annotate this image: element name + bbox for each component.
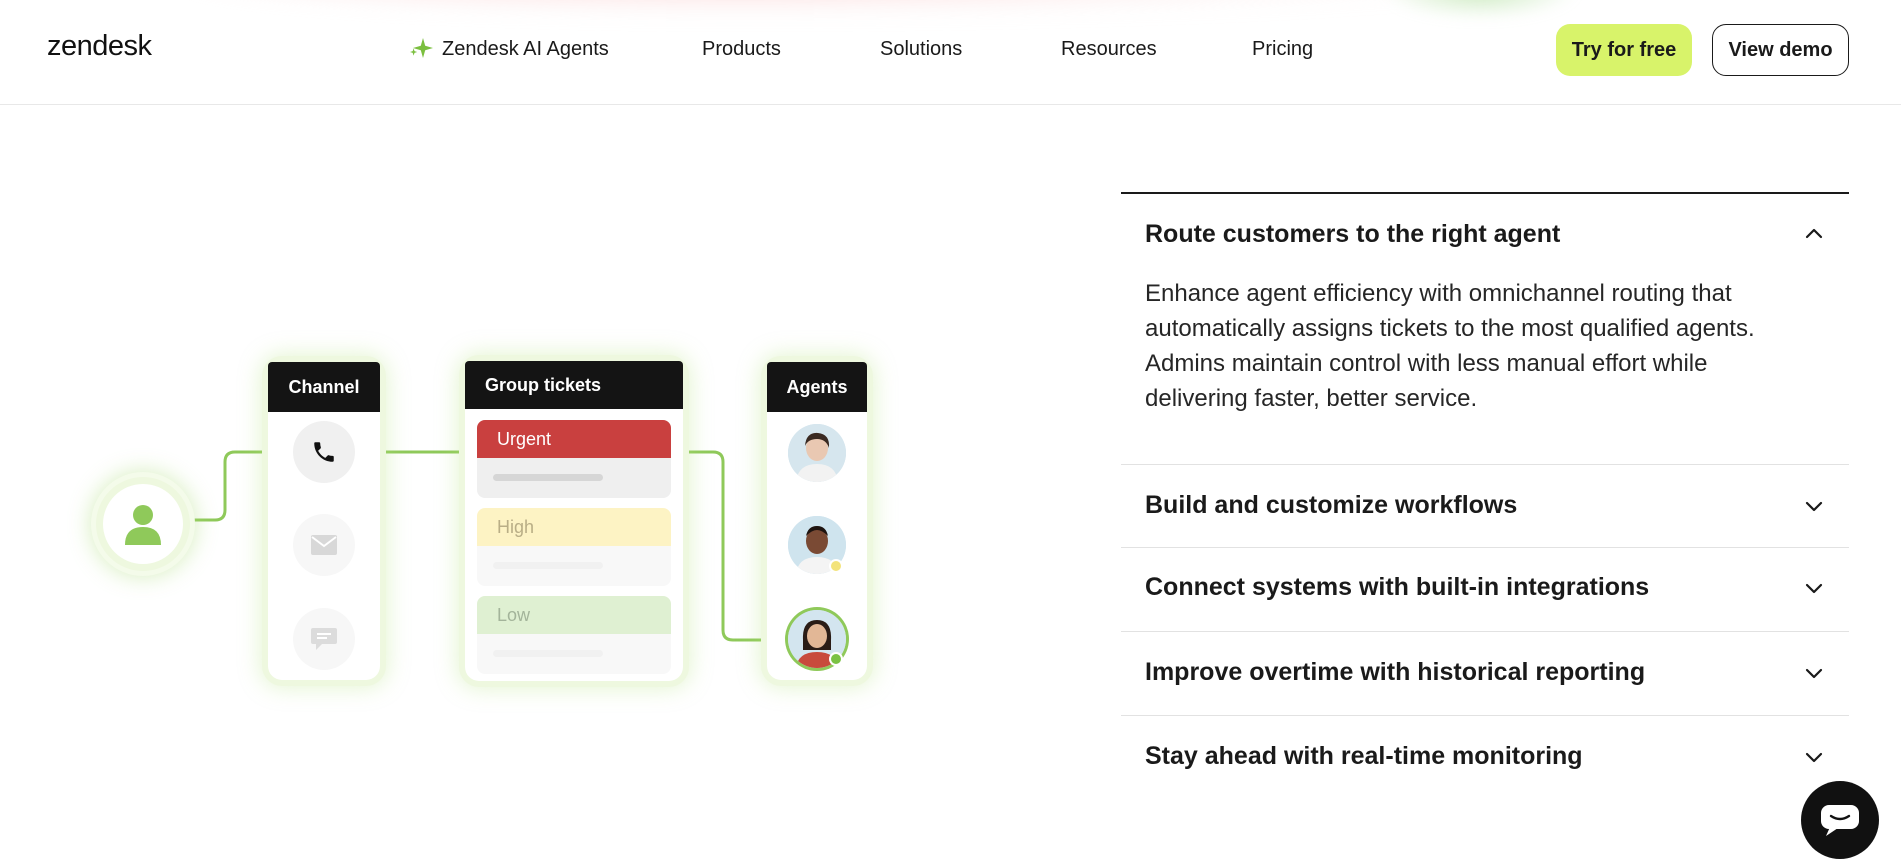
accordion-title[interactable]: Stay ahead with real-time monitoring <box>1145 742 1583 771</box>
accordion-item-workflows[interactable]: Build and customize workflows <box>1121 465 1849 548</box>
mail-icon <box>311 535 337 555</box>
nav-label: Zendesk AI Agents <box>442 38 609 60</box>
site-header: zendesk Zendesk AI Agents Products Solut… <box>0 0 1901 105</box>
nav-solutions[interactable]: Solutions <box>880 38 962 61</box>
chat-widget-button[interactable] <box>1801 781 1879 859</box>
phone-channel <box>293 421 355 483</box>
nav-resources[interactable]: Resources <box>1061 38 1157 61</box>
accordion-title[interactable]: Improve overtime with historical reporti… <box>1145 658 1645 687</box>
accordion-description: Enhance agent efficiency with omnichanne… <box>1145 280 1755 412</box>
try-for-free-button[interactable]: Try for free <box>1556 24 1692 76</box>
nav-products[interactable]: Products <box>702 38 781 61</box>
accordion-item-route[interactable]: Route customers to the right agent Enhan… <box>1121 194 1849 465</box>
view-demo-button[interactable]: View demo <box>1712 24 1849 76</box>
priority-label-high: High <box>477 508 671 546</box>
chevron-down-icon[interactable] <box>1803 495 1825 517</box>
urgent-ticket-group: Urgent <box>477 420 671 498</box>
channel-card-title: Channel <box>268 362 380 412</box>
chevron-up-icon[interactable] <box>1803 223 1825 245</box>
agent-status-away <box>829 559 843 573</box>
chevron-down-icon[interactable] <box>1803 746 1825 768</box>
low-ticket-group: Low <box>477 596 671 674</box>
header-gradient-glow-green <box>1380 0 1580 20</box>
chevron-down-icon[interactable] <box>1803 662 1825 684</box>
features-accordion: Route customers to the right agent Enhan… <box>1121 192 1849 800</box>
sparkle-icon <box>410 37 433 58</box>
nav-pricing[interactable]: Pricing <box>1252 38 1313 61</box>
accordion-title[interactable]: Build and customize workflows <box>1145 491 1517 520</box>
zendesk-logo[interactable]: zendesk <box>47 30 152 63</box>
high-ticket-group: High <box>477 508 671 586</box>
user-icon <box>125 505 161 545</box>
accordion-title[interactable]: Connect systems with built-in integratio… <box>1145 573 1649 602</box>
chat-channel <box>293 608 355 670</box>
accordion-title[interactable]: Route customers to the right agent <box>1145 220 1560 249</box>
email-channel <box>293 514 355 576</box>
nav-zendesk-ai-agents[interactable]: Zendesk AI Agents <box>410 37 609 61</box>
phone-icon <box>314 442 334 462</box>
group-tickets-title: Group tickets <box>465 361 683 409</box>
routing-diagram: Channel Group tickets Urgent High Low Ag… <box>0 105 1000 865</box>
chat-bubble-icon <box>311 628 337 650</box>
agent-status-online <box>829 652 843 666</box>
priority-label-low: Low <box>477 596 671 634</box>
accordion-item-monitoring[interactable]: Stay ahead with real-time monitoring <box>1121 716 1849 800</box>
priority-label-urgent: Urgent <box>477 420 671 458</box>
chat-icon <box>1821 805 1859 836</box>
accordion-item-reporting[interactable]: Improve overtime with historical reporti… <box>1121 632 1849 716</box>
chevron-down-icon[interactable] <box>1803 577 1825 599</box>
accordion-item-integrations[interactable]: Connect systems with built-in integratio… <box>1121 548 1849 632</box>
header-gradient-glow <box>180 0 1580 20</box>
agent-avatar-1 <box>788 424 846 482</box>
agents-card-title: Agents <box>767 362 867 412</box>
customer-node <box>96 477 190 571</box>
